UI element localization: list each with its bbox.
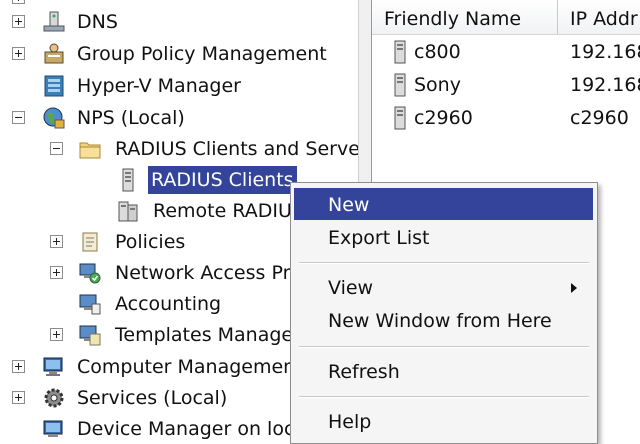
collapse-icon[interactable] <box>12 111 25 124</box>
tree-item-group-policy[interactable]: Group Policy Management <box>0 40 358 68</box>
device-manager-icon <box>42 417 66 440</box>
tree-item-label: Policies <box>115 231 186 253</box>
menu-item-export-list[interactable]: Export List <box>294 221 593 253</box>
dns-icon <box>42 10 66 34</box>
expand-icon[interactable] <box>12 47 25 60</box>
accounting-icon <box>78 292 102 316</box>
client-name: Sony <box>414 74 461 96</box>
context-menu: New Export List View New Window from Her… <box>290 182 598 444</box>
tree-item-label: Hyper-V Manager <box>77 75 241 97</box>
group-policy-icon <box>42 42 66 66</box>
menu-separator <box>299 262 589 264</box>
tree-item-label: Templates Manage <box>115 324 294 346</box>
templates-icon <box>78 323 102 347</box>
tree-item-hyperv[interactable]: Hyper-V Manager <box>0 72 358 100</box>
expand-icon[interactable] <box>12 391 25 404</box>
policies-scroll-icon <box>78 230 102 254</box>
list-item[interactable]: c800 192.168 <box>372 36 640 69</box>
tree-item-label: Network Access Pr <box>115 262 291 284</box>
computer-management-icon <box>42 355 66 379</box>
menu-item-help[interactable]: Help <box>294 405 593 437</box>
server-icon <box>388 40 412 64</box>
tree-item-nps[interactable]: NPS (Local) <box>0 104 358 132</box>
column-header-friendly-name[interactable]: Friendly Name <box>372 0 558 34</box>
tree-item-label: Remote RADIU <box>153 200 292 222</box>
tree-item-dns[interactable]: DNS <box>0 8 358 36</box>
tree-item-label: Group Policy Management <box>77 43 327 65</box>
expand-icon[interactable] <box>50 235 63 248</box>
menu-item-label: View <box>328 277 374 299</box>
expand-icon[interactable] <box>12 0 25 4</box>
tree-item-label: RADIUS Clients <box>148 166 297 194</box>
tree-item-radius-clients-servers[interactable]: RADIUS Clients and Serve <box>0 135 358 163</box>
client-name: c2960 <box>414 107 473 129</box>
hyperv-icon <box>42 74 66 98</box>
expand-icon[interactable] <box>50 328 63 341</box>
column-header-bar: Friendly Name IP Addr <box>372 0 640 35</box>
client-name: c800 <box>414 41 461 63</box>
submenu-arrow-icon <box>571 283 577 293</box>
tree-item-label: Computer Managemen <box>77 356 296 378</box>
network-access-icon <box>78 261 102 285</box>
menu-item-view[interactable]: View <box>294 271 593 303</box>
menu-separator <box>299 346 589 348</box>
menu-separator <box>299 396 589 398</box>
server-group-icon <box>116 199 140 223</box>
expand-icon[interactable] <box>50 266 63 279</box>
tree-item-label: Accounting <box>115 293 222 315</box>
tree-item-label: Device Manager on loc <box>77 418 295 440</box>
expand-icon[interactable] <box>12 360 25 373</box>
folder-icon <box>78 137 102 161</box>
server-icon <box>388 73 412 97</box>
server-icon <box>116 168 140 192</box>
services-gear-icon <box>42 386 66 410</box>
tree-item-label: NPS (Local) <box>77 107 185 129</box>
menu-item-new-window[interactable]: New Window from Here <box>294 304 593 336</box>
nps-globe-icon <box>42 106 66 130</box>
client-ip: 192.168 <box>570 41 640 63</box>
menu-item-refresh[interactable]: Refresh <box>294 355 593 387</box>
tree-item-label: RADIUS Clients and Serve <box>115 138 358 160</box>
list-item[interactable]: Sony 192.168 <box>372 69 640 102</box>
client-ip: 192.168 <box>570 74 640 96</box>
tree-item-label: Services (Local) <box>77 387 228 409</box>
server-icon <box>388 106 412 130</box>
client-ip: c2960 <box>570 107 629 129</box>
collapse-icon[interactable] <box>50 142 63 155</box>
menu-item-new[interactable]: New <box>294 188 593 220</box>
column-header-ip-address[interactable]: IP Addr <box>558 0 640 34</box>
list-item[interactable]: c2960 c2960 <box>372 102 640 135</box>
tree-item-label: DNS <box>77 11 118 33</box>
expand-icon[interactable] <box>12 15 25 28</box>
